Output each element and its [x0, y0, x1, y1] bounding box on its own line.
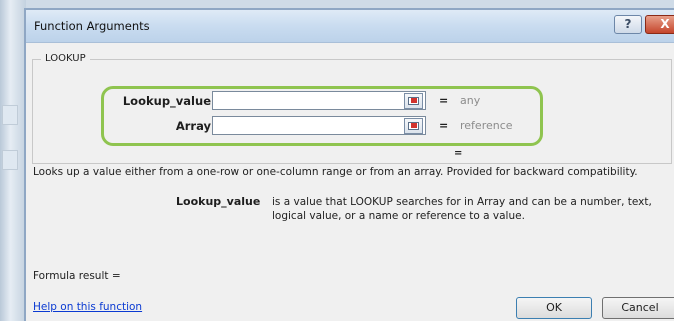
- parameter-description: is a value that LOOKUP searches for in A…: [272, 196, 652, 222]
- title-bar[interactable]: Function Arguments ? X: [26, 10, 674, 43]
- parameter-name: Lookup_value: [176, 195, 261, 208]
- result-equals: =: [454, 148, 463, 159]
- help-icon[interactable]: ?: [614, 15, 642, 34]
- background-control: [2, 150, 18, 170]
- close-icon[interactable]: X: [645, 15, 674, 34]
- background-control: [2, 105, 18, 125]
- function-name-label: LOOKUP: [41, 53, 90, 64]
- dialog-body: LOOKUP Lookup_value = any Array = refere…: [26, 43, 674, 321]
- background-window-edge: [0, 0, 26, 321]
- formula-result: Formula result =: [33, 270, 121, 282]
- function-arguments-dialog: Function Arguments ? X LOOKUP Lookup_val…: [24, 8, 674, 321]
- dialog-title: Function Arguments: [34, 19, 150, 33]
- cancel-button[interactable]: Cancel: [602, 297, 674, 319]
- ok-button[interactable]: OK: [516, 297, 592, 319]
- function-description: Looks up a value either from a one-row o…: [33, 166, 638, 178]
- help-link[interactable]: Help on this function: [33, 301, 142, 313]
- arguments-highlight-annotation: [101, 86, 543, 146]
